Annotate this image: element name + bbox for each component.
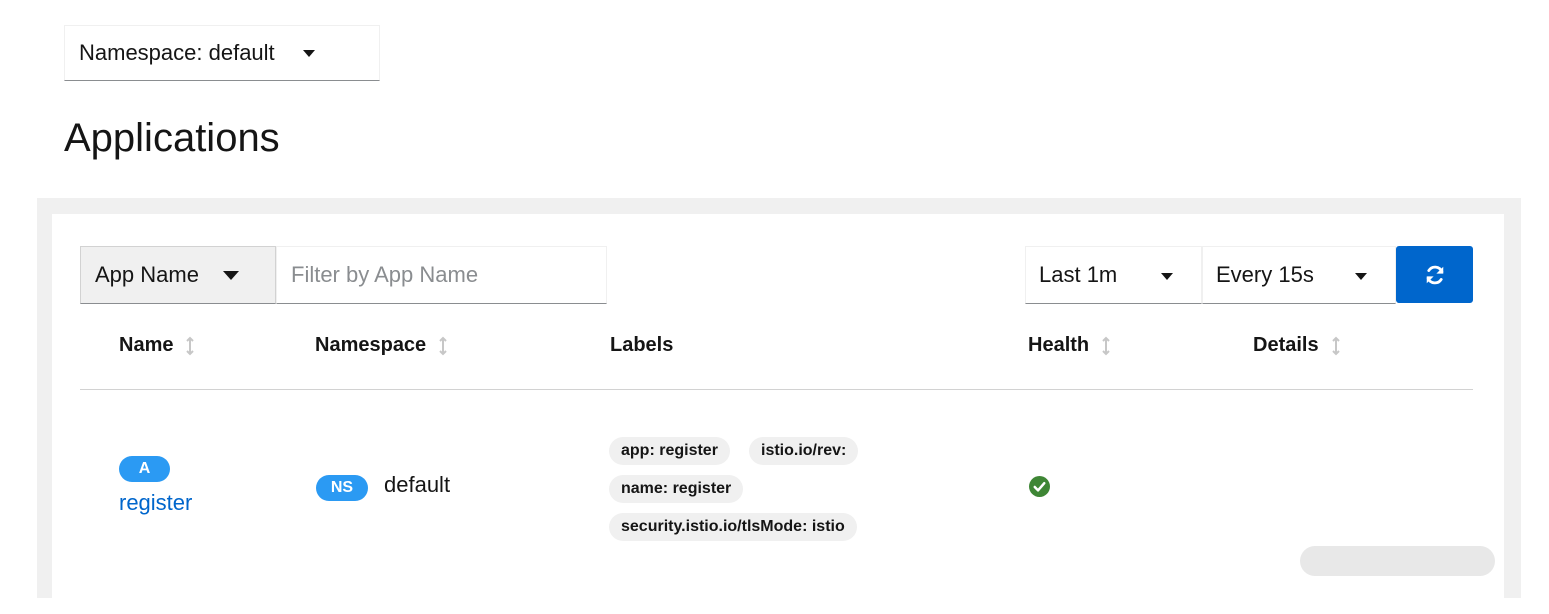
caret-down-icon: [1161, 273, 1173, 280]
sort-icon: [1102, 336, 1110, 355]
column-header-label: Namespace: [315, 334, 427, 356]
refresh-interval-label: Every 15s: [1216, 262, 1314, 287]
label-chip[interactable]: name: register: [609, 475, 744, 503]
floating-chip: [1300, 546, 1495, 576]
refresh-button[interactable]: [1396, 246, 1473, 303]
time-range-dropdown[interactable]: Last 1m: [1025, 246, 1202, 304]
filter-type-dropdown[interactable]: App Name: [80, 246, 276, 304]
namespace-selector-label: Namespace: default: [79, 40, 275, 65]
column-header-name[interactable]: Name: [119, 334, 195, 357]
filter-input[interactable]: [276, 246, 607, 304]
column-header-namespace[interactable]: Namespace: [315, 334, 448, 357]
caret-down-icon: [302, 49, 315, 57]
column-header-labels: Labels: [610, 334, 673, 357]
time-range-label: Last 1m: [1039, 262, 1118, 287]
column-header-details[interactable]: Details: [1253, 334, 1341, 357]
label-chip[interactable]: app: register: [609, 437, 730, 465]
label-chip[interactable]: istio.io/rev:: [749, 437, 859, 465]
app-type-badge: A: [119, 456, 170, 482]
namespace-badge: NS: [316, 475, 368, 501]
page-title: Applications: [64, 116, 280, 160]
column-header-label: Details: [1253, 334, 1319, 356]
caret-down-icon: [222, 270, 239, 280]
filter-type-label: App Name: [95, 262, 199, 287]
sort-icon: [1331, 336, 1340, 355]
column-header-label: Labels: [610, 334, 674, 356]
namespace-selector[interactable]: Namespace: default: [64, 25, 380, 81]
label-chip[interactable]: security.istio.io/tlsMode: istio: [609, 513, 857, 541]
sync-icon: [1426, 265, 1443, 284]
column-header-health[interactable]: Health: [1028, 334, 1111, 357]
column-header-label: Health: [1028, 334, 1090, 356]
app-name-link[interactable]: register: [119, 490, 192, 516]
table-header-divider: [80, 389, 1473, 390]
caret-down-icon: [1355, 273, 1367, 280]
check-circle-icon[interactable]: [1029, 476, 1050, 497]
sort-icon: [439, 336, 447, 355]
namespace-value: default: [384, 472, 451, 497]
column-header-label: Name: [119, 334, 174, 356]
refresh-interval-dropdown[interactable]: Every 15s: [1202, 246, 1396, 304]
sort-icon: [186, 336, 195, 355]
